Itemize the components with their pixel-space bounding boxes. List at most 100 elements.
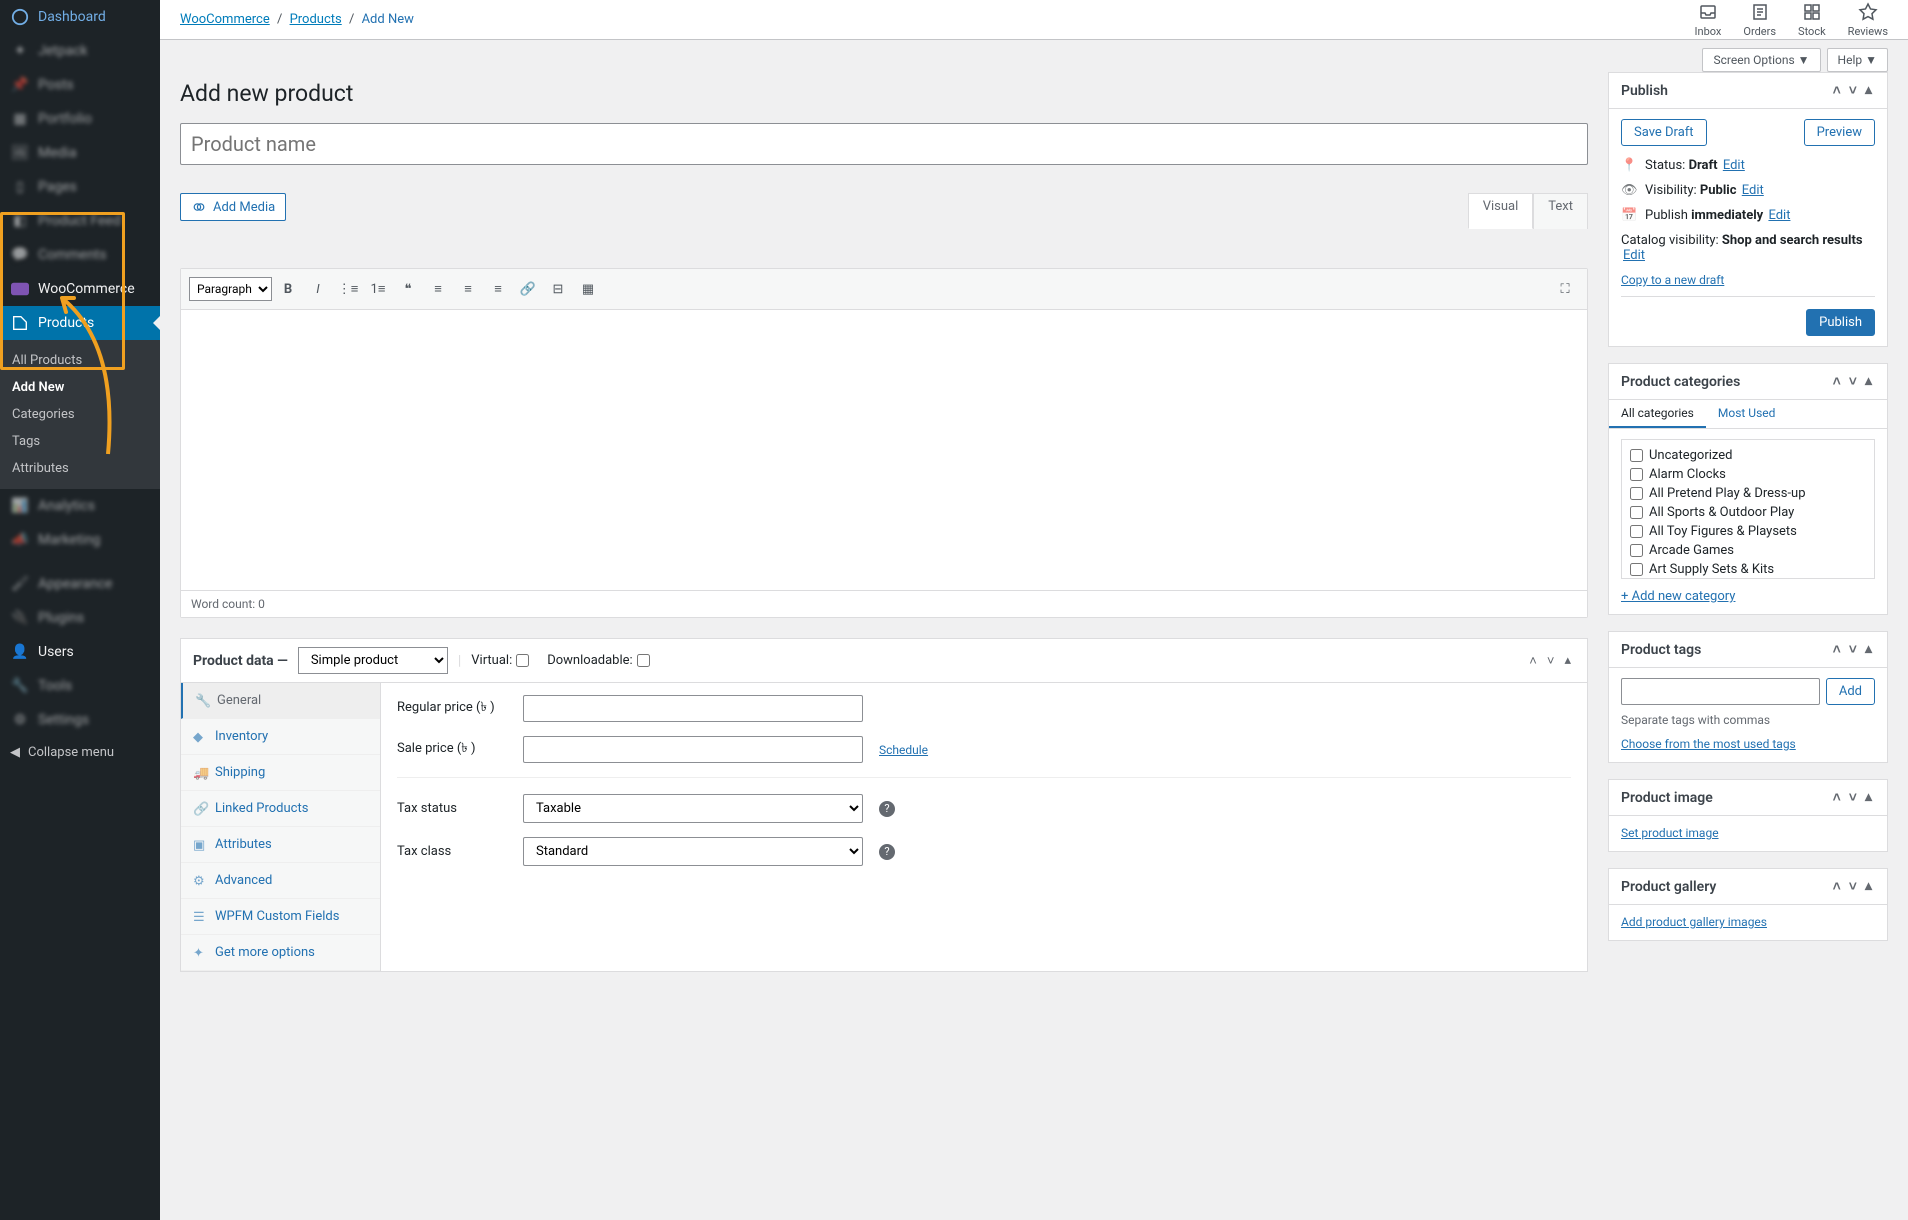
- submenu-tags[interactable]: Tags: [0, 428, 160, 455]
- sidebar-item-blurred[interactable]: 🔧Tools: [0, 669, 160, 703]
- help-button[interactable]: Help ▼: [1827, 48, 1888, 72]
- chevron-up-icon[interactable]: ˄: [1830, 640, 1844, 659]
- toolbar-toggle-button[interactable]: ▦: [574, 275, 602, 303]
- ol-button[interactable]: 1≡: [364, 275, 392, 303]
- sidebar-item-blurred[interactable]: ✦Jetpack: [0, 34, 160, 68]
- sidebar-item-blurred[interactable]: ▦Portfolio: [0, 102, 160, 136]
- category-item[interactable]: Art Supply Sets & Kits: [1628, 560, 1868, 579]
- help-icon[interactable]: ?: [879, 801, 895, 817]
- tax-status-select[interactable]: Taxable: [523, 794, 863, 823]
- virtual-checkbox-label[interactable]: Virtual:: [471, 653, 529, 668]
- copy-to-draft-link[interactable]: Copy to a new draft: [1621, 273, 1724, 287]
- category-item[interactable]: All Sports & Outdoor Play: [1628, 503, 1868, 522]
- category-checkbox[interactable]: [1630, 468, 1643, 481]
- category-checkbox[interactable]: [1630, 487, 1643, 500]
- category-item[interactable]: Uncategorized: [1628, 446, 1868, 465]
- save-draft-button[interactable]: Save Draft: [1621, 119, 1707, 146]
- publish-button[interactable]: Publish: [1806, 309, 1875, 336]
- add-new-category-link[interactable]: + Add new category: [1621, 589, 1735, 604]
- help-icon[interactable]: ?: [879, 844, 895, 860]
- bold-button[interactable]: B: [274, 275, 302, 303]
- chevron-up-icon[interactable]: ˄: [1830, 81, 1844, 100]
- pd-tab-attributes[interactable]: ▣Attributes: [181, 827, 380, 863]
- chevron-down-icon[interactable]: ˅: [1846, 81, 1860, 100]
- align-right-button[interactable]: ≡: [484, 275, 512, 303]
- quote-button[interactable]: ❝: [394, 275, 422, 303]
- category-checkbox[interactable]: [1630, 544, 1643, 557]
- sidebar-item-blurred[interactable]: 🔌Plugins: [0, 601, 160, 635]
- chevron-down-icon[interactable]: ˅: [1846, 372, 1860, 391]
- edit-publish-date-link[interactable]: Edit: [1768, 208, 1790, 223]
- chevron-down-icon[interactable]: ˅: [1846, 788, 1860, 807]
- chevron-down-icon[interactable]: ˅: [1846, 877, 1860, 896]
- pd-tab-more[interactable]: ✦Get more options: [181, 935, 380, 971]
- screen-options-button[interactable]: Screen Options ▼: [1702, 48, 1820, 72]
- add-tag-button[interactable]: Add: [1826, 678, 1875, 705]
- sidebar-item-blurred[interactable]: 📊Analytics: [0, 489, 160, 523]
- sidebar-item-woocommerce[interactable]: WooCommerce: [0, 272, 160, 306]
- category-checkbox[interactable]: [1630, 506, 1643, 519]
- caret-up-icon[interactable]: ▴: [1862, 640, 1875, 659]
- sidebar-item-blurred[interactable]: ▯Pages: [0, 170, 160, 204]
- tag-input[interactable]: [1621, 678, 1820, 705]
- caret-up-icon[interactable]: ▴: [1862, 372, 1875, 391]
- submenu-add-new[interactable]: Add New: [0, 374, 160, 401]
- top-action-orders[interactable]: Orders: [1743, 2, 1776, 38]
- link-button[interactable]: 🔗: [514, 275, 542, 303]
- preview-button[interactable]: Preview: [1804, 119, 1875, 146]
- sidebar-item-blurred[interactable]: ◧Product Feed: [0, 204, 160, 238]
- pd-tab-advanced[interactable]: ⚙Advanced: [181, 863, 380, 899]
- category-item[interactable]: Alarm Clocks: [1628, 465, 1868, 484]
- edit-catalog-link[interactable]: Edit: [1623, 248, 1645, 263]
- sidebar-item-blurred[interactable]: ⚙Settings: [0, 703, 160, 737]
- category-checkbox[interactable]: [1630, 449, 1643, 462]
- collapse-menu-button[interactable]: ◀ Collapse menu: [0, 737, 160, 768]
- sidebar-item-blurred[interactable]: 🖌Appearance: [0, 567, 160, 601]
- sidebar-item-dashboard[interactable]: Dashboard: [0, 0, 160, 34]
- pd-tab-linked[interactable]: 🔗Linked Products: [181, 791, 380, 827]
- sidebar-item-blurred[interactable]: 📣Marketing: [0, 523, 160, 557]
- set-product-image-link[interactable]: Set product image: [1621, 826, 1719, 840]
- add-gallery-images-link[interactable]: Add product gallery images: [1621, 915, 1767, 929]
- caret-up-icon[interactable]: ▴: [1862, 81, 1875, 100]
- virtual-checkbox[interactable]: [516, 654, 529, 667]
- caret-up-icon[interactable]: ▴: [1862, 788, 1875, 807]
- align-left-button[interactable]: ≡: [424, 275, 452, 303]
- chevron-up-icon[interactable]: ˄: [1830, 372, 1844, 391]
- product-name-input[interactable]: [180, 123, 1588, 165]
- category-checkbox[interactable]: [1630, 525, 1643, 538]
- pd-tab-wpfm[interactable]: ☰WPFM Custom Fields: [181, 899, 380, 935]
- sidebar-item-blurred[interactable]: 💬Comments: [0, 238, 160, 272]
- caret-up-icon[interactable]: ▴: [1560, 651, 1575, 671]
- breadcrumb-woocommerce[interactable]: WooCommerce: [180, 12, 270, 27]
- align-center-button[interactable]: ≡: [454, 275, 482, 303]
- downloadable-checkbox[interactable]: [637, 654, 650, 667]
- readmore-button[interactable]: ⊟: [544, 275, 572, 303]
- ul-button[interactable]: ⋮≡: [334, 275, 362, 303]
- category-checkbox[interactable]: [1630, 563, 1643, 576]
- breadcrumb-products[interactable]: Products: [290, 12, 342, 27]
- category-list[interactable]: Uncategorized Alarm Clocks All Pretend P…: [1621, 439, 1875, 579]
- chevron-up-icon[interactable]: ˄: [1830, 788, 1844, 807]
- tab-most-used[interactable]: Most Used: [1706, 400, 1788, 428]
- sidebar-item-blurred[interactable]: 📌Posts: [0, 68, 160, 102]
- category-item[interactable]: All Toy Figures & Playsets: [1628, 522, 1868, 541]
- submenu-attributes[interactable]: Attributes: [0, 455, 160, 482]
- tab-visual[interactable]: Visual: [1468, 193, 1534, 229]
- schedule-link[interactable]: Schedule: [879, 743, 928, 757]
- sale-price-input[interactable]: [523, 736, 863, 763]
- downloadable-checkbox-label[interactable]: Downloadable:: [547, 653, 649, 668]
- chevron-up-icon[interactable]: ˄: [1525, 651, 1541, 671]
- chevron-down-icon[interactable]: ˅: [1846, 640, 1860, 659]
- tax-class-select[interactable]: Standard: [523, 837, 863, 866]
- tab-text[interactable]: Text: [1533, 193, 1588, 229]
- editor-content[interactable]: [181, 310, 1587, 590]
- tab-all-categories[interactable]: All categories: [1609, 400, 1706, 428]
- product-type-select[interactable]: Simple product: [298, 647, 448, 674]
- edit-visibility-link[interactable]: Edit: [1742, 183, 1764, 198]
- fullscreen-button[interactable]: ⛶: [1551, 275, 1579, 303]
- top-action-inbox[interactable]: Inbox: [1695, 2, 1722, 38]
- caret-up-icon[interactable]: ▴: [1862, 877, 1875, 896]
- format-select[interactable]: Paragraph: [189, 277, 272, 301]
- italic-button[interactable]: I: [304, 275, 332, 303]
